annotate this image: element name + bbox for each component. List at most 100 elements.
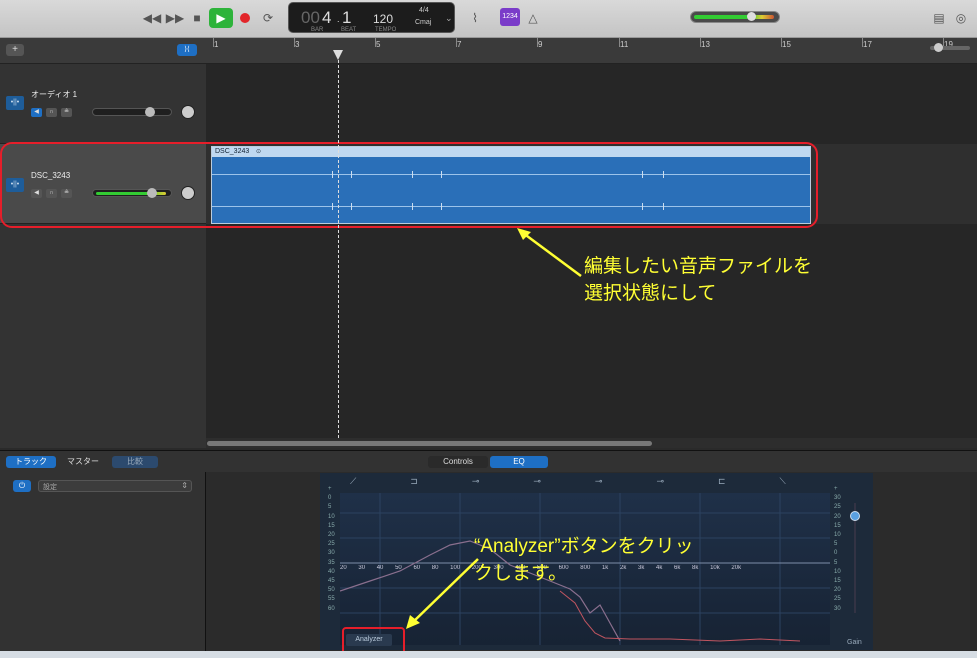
smart-controls-icon[interactable]: ⟩⟨ xyxy=(177,44,197,56)
db-label: 10 xyxy=(328,513,335,520)
tab-eq[interactable]: EQ xyxy=(490,456,548,468)
notepad-icon[interactable]: ▤ xyxy=(928,9,950,27)
tab-controls[interactable]: Controls xyxy=(428,456,488,468)
lcd-tempo: 120 xyxy=(373,12,394,26)
eq-band-icons[interactable]: ⟋⊐⊸⊸⊸⊸⊏⟍ xyxy=(350,476,820,488)
db-label: 20 xyxy=(834,513,841,520)
time-signature: 4/4 xyxy=(419,7,429,14)
freq-label: 50 xyxy=(395,565,402,571)
db-label: + xyxy=(834,486,838,492)
zoom-slider[interactable] xyxy=(930,43,970,52)
bar-number: 9 xyxy=(538,40,543,49)
rewind-icon[interactable]: ◀◀ xyxy=(141,9,163,27)
control-bar: ◀◀ ▶▶ ■ ▶ ⟳ 00 4 . 1 BAR BEAT 120 TEMPO … xyxy=(0,0,977,38)
db-label: 55 xyxy=(328,596,335,603)
power-icon[interactable]: ⏻ xyxy=(13,480,31,492)
annotation-line: “Analyzer”ボタンをクリッ xyxy=(474,536,694,557)
gain-slider-handle[interactable] xyxy=(850,511,860,521)
tab-track[interactable]: トラック xyxy=(6,456,56,468)
db-label: 25 xyxy=(834,596,841,603)
bar-number: 5 xyxy=(376,40,381,49)
chevron-updown-icon: ⇕ xyxy=(181,481,188,490)
pan-knob[interactable] xyxy=(181,105,195,119)
db-label: 15 xyxy=(834,522,841,529)
bar-number: 7 xyxy=(457,40,462,49)
highlight-box-track xyxy=(0,142,818,228)
db-label: 30 xyxy=(834,495,841,502)
fast-forward-icon[interactable]: ▶▶ xyxy=(164,9,186,27)
db-label: 10 xyxy=(834,568,841,575)
db-label: 50 xyxy=(328,587,335,594)
tab-master[interactable]: マスター xyxy=(58,456,108,468)
db-axis-right: +30 25 20 15 10 5 0 5 10 15 20 25 30 xyxy=(834,485,841,614)
master-volume-slider[interactable] xyxy=(690,11,780,23)
plugin-list-panel: ⏻ 設定 ⇕ xyxy=(0,472,206,658)
annotation-line: 選択状態にして xyxy=(584,283,717,304)
bottom-edge xyxy=(0,651,977,658)
bar-number: 3 xyxy=(295,40,300,49)
db-label: 30 xyxy=(328,550,335,557)
cycle-icon[interactable]: ⟳ xyxy=(257,9,279,27)
annotation-track-text: 編集したい音声ファイルを 選択状態にして xyxy=(584,253,812,307)
db-label: 5 xyxy=(834,559,838,566)
lcd-prefix: 00 xyxy=(301,8,320,27)
count-in-button[interactable]: 1234 xyxy=(500,8,520,26)
loops-icon[interactable]: ◎ xyxy=(950,9,972,27)
record-button[interactable] xyxy=(240,13,250,23)
db-label: 15 xyxy=(328,522,335,529)
annotation-arrow-track xyxy=(517,228,582,278)
audio-waveform-icon: •||• xyxy=(6,96,24,110)
annotation-line: クします。 xyxy=(474,563,568,584)
db-label: 25 xyxy=(328,541,335,548)
compare-button[interactable]: 比較 xyxy=(112,456,158,468)
play-button[interactable]: ▶ xyxy=(209,8,233,28)
db-label: 15 xyxy=(834,578,841,585)
horizontal-scrollbar[interactable] xyxy=(206,438,977,448)
setting-label: 設定 xyxy=(43,484,57,491)
track-header[interactable]: •||• オーディオ 1 ◀ ∩ ≗ xyxy=(0,64,206,144)
record-enable-icon[interactable]: ≗ xyxy=(61,108,72,117)
key-signature: Cmaj xyxy=(415,19,432,26)
db-label: 5 xyxy=(328,504,332,511)
playhead-line xyxy=(338,50,339,438)
lcd-beat: 1 xyxy=(342,8,352,27)
beat-label: BEAT xyxy=(341,27,357,33)
db-label: 25 xyxy=(834,504,841,511)
gain-label: Gain xyxy=(847,639,862,646)
add-track-icon[interactable]: + xyxy=(6,44,24,56)
setting-dropdown[interactable]: 設定 ⇕ xyxy=(38,480,192,492)
stop-icon[interactable]: ■ xyxy=(186,9,208,27)
annotation-arrow-analyzer xyxy=(406,558,479,629)
db-label: 20 xyxy=(834,587,841,594)
mute-icon[interactable]: ◀ xyxy=(31,108,42,117)
editor-header: トラック マスター 比較 Controls EQ xyxy=(0,450,977,472)
db-label: 20 xyxy=(328,532,335,539)
annotation-line: 編集したい音声ファイルを xyxy=(584,256,813,277)
db-label: + xyxy=(328,486,332,492)
bar-number: 13 xyxy=(701,40,710,49)
headphones-icon[interactable]: ∩ xyxy=(46,108,57,117)
db-label: 40 xyxy=(328,568,335,575)
track-volume-slider[interactable] xyxy=(92,107,172,117)
bar-number: 15 xyxy=(782,40,791,49)
tracks-header: + ⟩⟨ xyxy=(0,38,206,64)
bar-label: BAR xyxy=(311,27,324,33)
db-label: 60 xyxy=(328,605,335,612)
freq-label: 30 xyxy=(358,565,366,571)
track-header-list: •||• オーディオ 1 ◀ ∩ ≗ •||• DSC_3243 ◀ ∩ ≗ xyxy=(0,64,206,448)
freq-label: 40 xyxy=(376,565,384,571)
annotation-analyzer-text: “Analyzer”ボタンをクリッ クします。 xyxy=(474,533,694,587)
metronome-icon[interactable]: △ xyxy=(522,9,544,27)
lcd-bar: 4 xyxy=(322,8,332,27)
db-label: 30 xyxy=(834,605,841,612)
db-label: 45 xyxy=(328,578,335,585)
lcd-display[interactable]: 00 4 . 1 BAR BEAT 120 TEMPO 4/4 Cmaj ⌄ xyxy=(288,2,455,33)
tempo-label: TEMPO xyxy=(375,27,397,33)
timeline-ruler[interactable]: 1 3 5 7 9 11 13 15 17 19 xyxy=(206,38,977,64)
db-label: 10 xyxy=(834,532,841,539)
tuner-icon[interactable]: ⌇ xyxy=(464,9,486,27)
scrollbar-thumb[interactable] xyxy=(207,441,652,446)
chevron-down-icon[interactable]: ⌄ xyxy=(445,13,453,24)
freq-label: 20 xyxy=(340,565,347,571)
db-label: 5 xyxy=(834,541,838,548)
